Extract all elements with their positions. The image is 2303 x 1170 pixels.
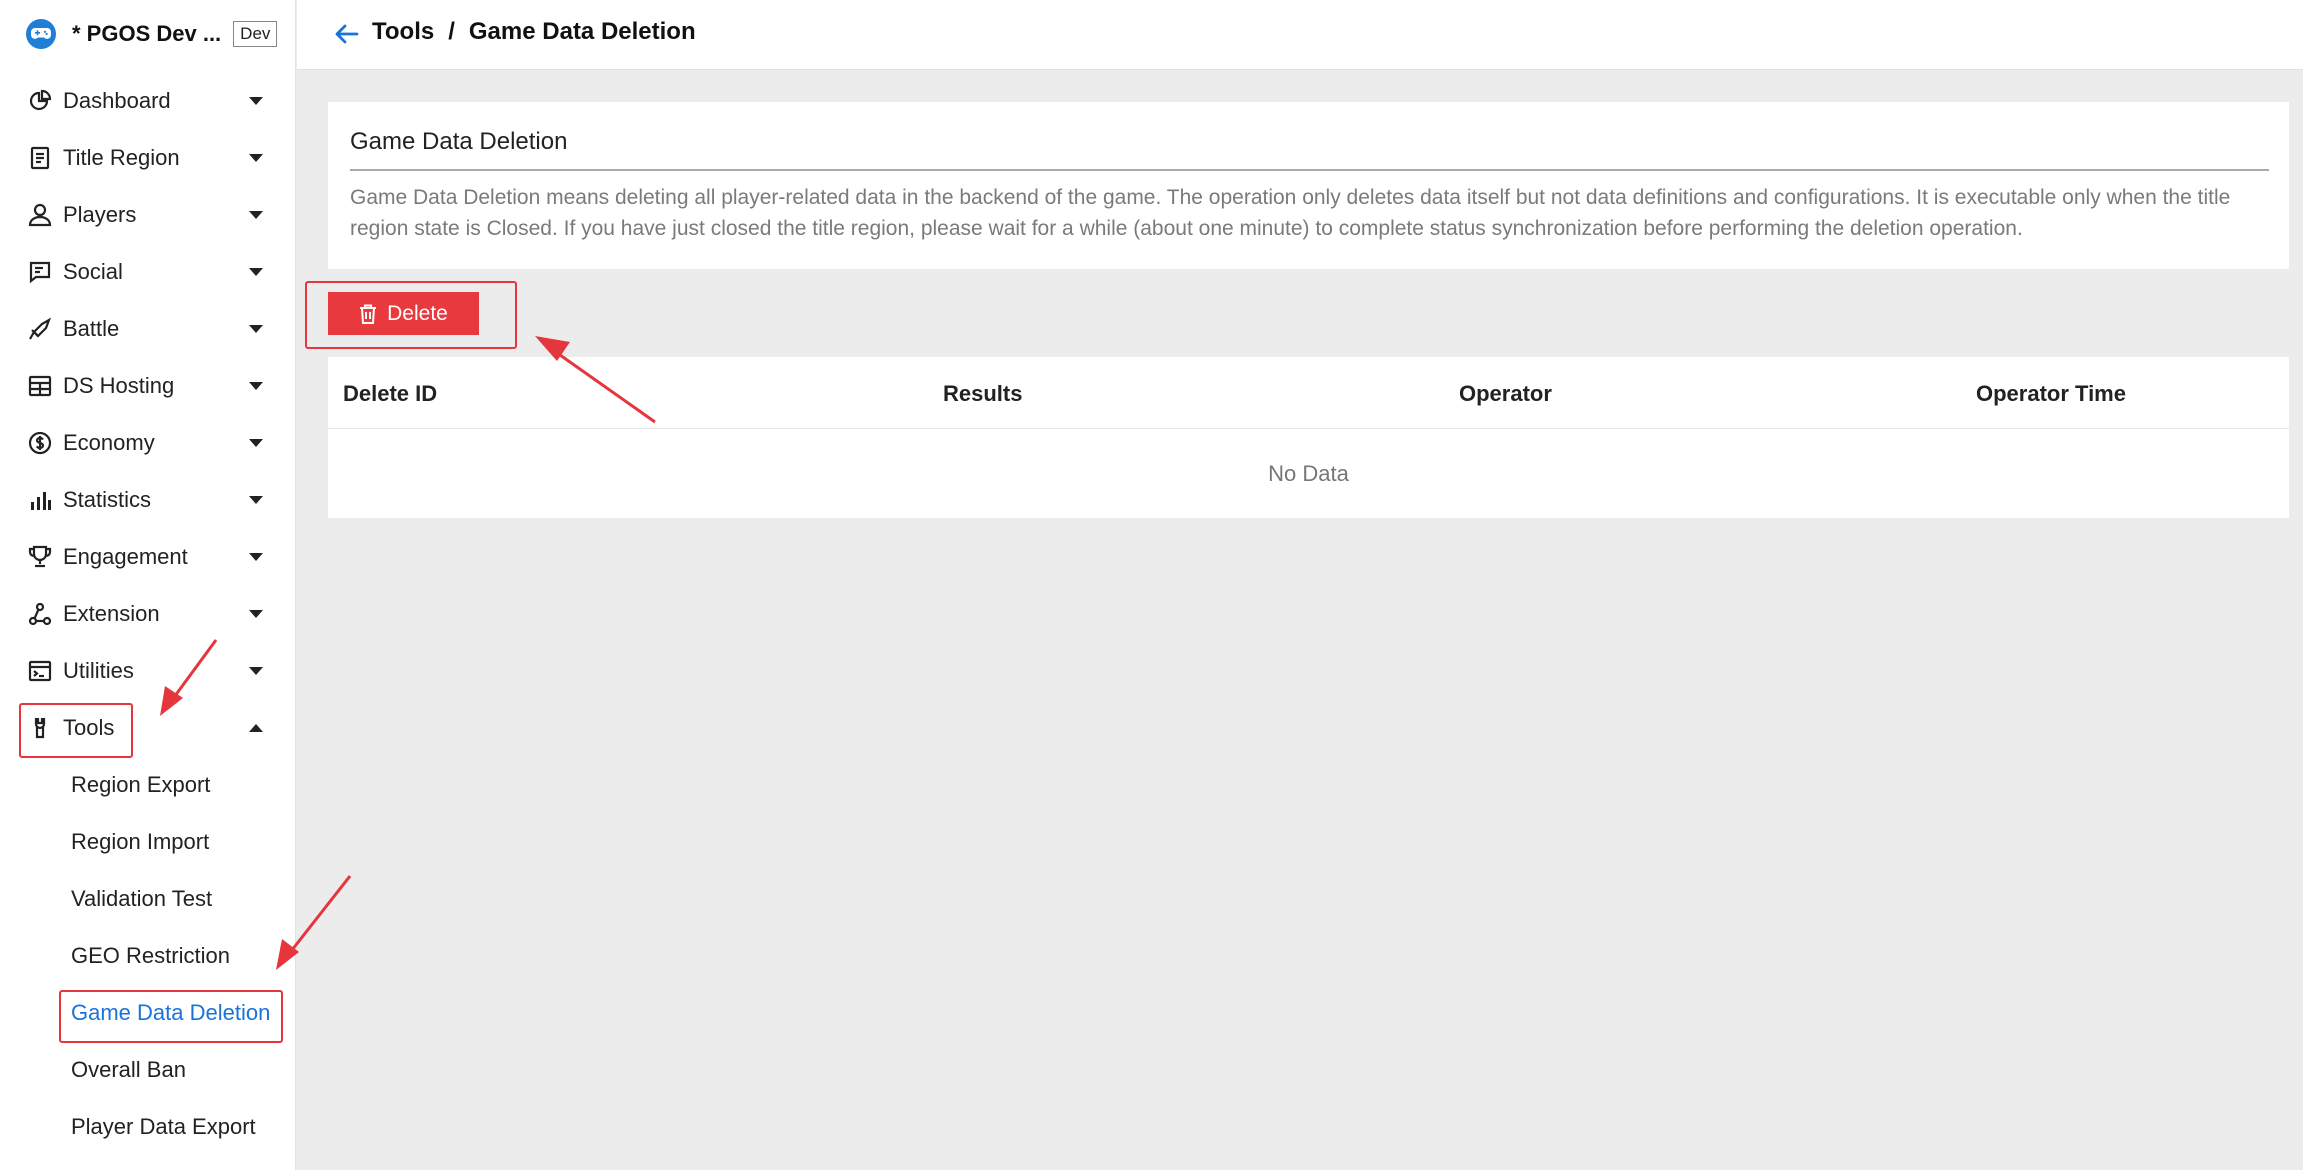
divider <box>350 169 2269 171</box>
sidebar-item-utilities[interactable]: Utilities <box>0 642 296 699</box>
sidebar-subitem-geo-restriction[interactable]: GEO Restriction <box>0 927 296 984</box>
sidebar-item-tools[interactable]: Tools <box>0 699 296 756</box>
chevron-down-icon <box>249 552 263 561</box>
chevron-up-icon <box>249 723 263 732</box>
column-header-results: Results <box>943 381 1023 406</box>
column-header-delete-id: Delete ID <box>343 381 438 406</box>
chevron-down-icon <box>249 381 263 390</box>
chevron-down-icon <box>249 666 263 675</box>
sidebar-item-label: Engagement <box>63 543 188 569</box>
document-icon <box>27 145 53 171</box>
sidebar-subitem-label: Overall Ban <box>71 1056 186 1082</box>
deletion-history-table: Delete ID Results Operator Operator Time… <box>328 357 2289 518</box>
dollar-icon <box>27 430 53 456</box>
user-icon <box>27 202 53 228</box>
sidebar-item-label: Social <box>63 258 123 284</box>
empty-state-text: No Data <box>1268 461 1349 486</box>
sidebar-item-ds-hosting[interactable]: DS Hosting <box>0 357 296 414</box>
sidebar-item-statistics[interactable]: Statistics <box>0 471 296 528</box>
sword-icon <box>27 316 53 342</box>
page-header: Tools / Game Data Deletion <box>297 0 2303 70</box>
sidebar-subitem-label: Region Import <box>71 828 210 854</box>
server-icon <box>27 373 53 399</box>
column-header-operator-time: Operator Time <box>1976 381 2126 406</box>
chevron-down-icon <box>249 96 263 105</box>
sidebar-subitem-player-data-export[interactable]: Player Data Export <box>0 1098 296 1155</box>
sidebar-subitem-label: Validation Test <box>71 885 213 911</box>
sidebar-item-label: Utilities <box>63 657 134 683</box>
terminal-icon <box>27 658 53 684</box>
card-title: Game Data Deletion <box>350 128 568 155</box>
sidebar-item-title-region[interactable]: Title Region <box>0 129 296 186</box>
sidebar-item-label: Economy <box>63 429 155 455</box>
sidebar-nav: Dashboard Title Region Players Social Ba… <box>0 72 296 1155</box>
sidebar-item-players[interactable]: Players <box>0 186 296 243</box>
chevron-down-icon <box>249 324 263 333</box>
breadcrumb-current: Game Data Deletion <box>468 18 696 45</box>
sidebar-subitem-label: GEO Restriction <box>71 942 230 968</box>
sidebar-item-social[interactable]: Social <box>0 243 296 300</box>
brand[interactable]: * PGOS Dev ... Dev <box>26 14 278 54</box>
back-arrow-icon[interactable] <box>333 20 361 48</box>
project-name: * PGOS Dev ... <box>72 21 222 46</box>
info-card: Game Data Deletion Game Data Deletion me… <box>328 102 2289 269</box>
chevron-down-icon <box>249 267 263 276</box>
sidebar-subitem-overall-ban[interactable]: Overall Ban <box>0 1041 296 1098</box>
pie-chart-icon <box>27 88 53 114</box>
sidebar-subitem-label: Game Data Deletion <box>71 999 271 1025</box>
chevron-down-icon <box>249 153 263 162</box>
sidebar-item-economy[interactable]: Economy <box>0 414 296 471</box>
chevron-down-icon <box>249 438 263 447</box>
sidebar-item-battle[interactable]: Battle <box>0 300 296 357</box>
breadcrumb: Tools / Game Data Deletion <box>372 18 696 46</box>
trophy-icon <box>27 544 53 570</box>
environment-badge: Dev <box>233 21 278 47</box>
table-header: Delete ID Results Operator Operator Time <box>328 357 2289 429</box>
trash-icon <box>359 304 377 324</box>
sidebar-item-label: DS Hosting <box>63 372 175 398</box>
sidebar-subitem-region-import[interactable]: Region Import <box>0 813 296 870</box>
delete-button-label: Delete <box>387 301 448 325</box>
sidebar-item-label: Title Region <box>63 144 180 170</box>
delete-button[interactable]: Delete <box>328 292 479 335</box>
chat-icon <box>27 259 53 285</box>
chevron-down-icon <box>249 210 263 219</box>
sidebar-item-extension[interactable]: Extension <box>0 585 296 642</box>
sidebar-subitem-label: Player Data Export <box>71 1113 256 1139</box>
chevron-down-icon <box>249 495 263 504</box>
network-icon <box>27 601 53 627</box>
gamepad-icon <box>26 19 56 49</box>
sidebar: * PGOS Dev ... Dev Dashboard Title Regio… <box>0 0 296 1170</box>
sidebar-item-label: Battle <box>63 315 120 341</box>
sidebar-item-label: Dashboard <box>63 87 171 113</box>
wrench-icon <box>27 715 53 741</box>
sidebar-item-label: Statistics <box>63 486 152 512</box>
sidebar-item-label: Tools <box>63 714 115 740</box>
app-root: * PGOS Dev ... Dev Dashboard Title Regio… <box>0 0 2303 1170</box>
chevron-down-icon <box>249 609 263 618</box>
sidebar-subitem-region-export[interactable]: Region Export <box>0 756 296 813</box>
column-header-operator: Operator <box>1459 381 1552 406</box>
sidebar-item-label: Players <box>63 201 137 227</box>
sidebar-subitem-label: Region Export <box>71 771 211 797</box>
sidebar-subitem-game-data-deletion[interactable]: Game Data Deletion <box>0 984 296 1041</box>
sidebar-item-dashboard[interactable]: Dashboard <box>0 72 296 129</box>
sidebar-item-label: Extension <box>63 600 160 626</box>
bar-chart-icon <box>27 487 53 513</box>
breadcrumb-separator: / <box>448 18 455 45</box>
card-description: Game Data Deletion means deleting all pl… <box>350 186 2231 240</box>
sidebar-item-engagement[interactable]: Engagement <box>0 528 296 585</box>
sidebar-subitem-validation-test[interactable]: Validation Test <box>0 870 296 927</box>
breadcrumb-parent-link[interactable]: Tools <box>372 18 434 46</box>
